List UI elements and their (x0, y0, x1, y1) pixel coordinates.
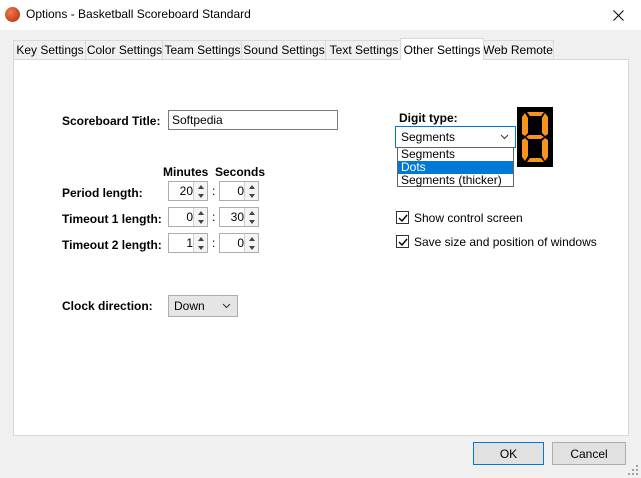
tab-color-settings[interactable]: Color Settings (85, 40, 164, 59)
tab-sound-settings[interactable]: Sound Settings (241, 40, 327, 59)
spin-down-button[interactable] (194, 243, 207, 252)
clock-direction-value: Down (174, 299, 205, 313)
close-button[interactable] (596, 0, 641, 30)
scoreboard-title-label: Scoreboard Title: (62, 114, 161, 128)
title-bar: Options - Basketball Scoreboard Standard (0, 0, 641, 30)
digit-preview (517, 107, 553, 167)
spin-down-button[interactable] (194, 217, 207, 226)
clock-direction-label: Clock direction: (62, 299, 153, 313)
period-seconds-value: 0 (237, 184, 244, 198)
minutes-header: Minutes (163, 165, 209, 179)
clock-direction-select[interactable]: Down (168, 295, 238, 317)
time-separator: : (212, 236, 216, 250)
spin-down-button[interactable] (194, 191, 207, 200)
scoreboard-title-input[interactable] (168, 110, 338, 130)
timeout2-minutes-value: 1 (186, 236, 193, 250)
arrow-up-icon (248, 184, 255, 189)
close-icon (613, 9, 624, 21)
chevron-down-icon (500, 134, 509, 140)
digit-type-select[interactable]: Segments (395, 126, 516, 148)
spin-down-button[interactable] (245, 217, 258, 226)
checkmark-icon (398, 214, 408, 223)
timeout1-minutes-stepper[interactable]: 0 (168, 207, 208, 227)
timeout1-seconds-stepper[interactable]: 30 (219, 207, 259, 227)
basketball-icon (5, 7, 20, 22)
window-title: Options - Basketball Scoreboard Standard (26, 7, 251, 21)
ok-button[interactable]: OK (473, 442, 544, 465)
other-settings-panel: Scoreboard Title: Minutes Seconds Period… (13, 59, 629, 436)
arrow-up-icon (248, 236, 255, 241)
checkmark-icon (398, 238, 408, 247)
time-separator: : (212, 184, 216, 198)
time-separator: : (212, 210, 216, 224)
save-size-checkbox[interactable] (396, 235, 409, 248)
arrow-down-icon (248, 193, 255, 198)
show-control-screen-checkbox[interactable] (396, 211, 409, 224)
timeout2-length-label: Timeout 2 length: (62, 238, 162, 252)
cancel-button[interactable]: Cancel (552, 442, 626, 465)
period-minutes-stepper[interactable]: 20 (168, 181, 208, 201)
arrow-down-icon (248, 219, 255, 224)
tab-key-settings[interactable]: Key Settings (13, 40, 87, 59)
period-seconds-stepper[interactable]: 0 (219, 181, 259, 201)
arrow-up-icon (197, 210, 204, 215)
period-minutes-value: 20 (179, 184, 193, 198)
dropdown-option-segments-thicker[interactable]: Segments (thicker) (398, 174, 513, 187)
digit-type-dropdown: Segments Dots Segments (thicker) (397, 147, 514, 187)
spin-down-button[interactable] (245, 191, 258, 200)
tab-web-remote[interactable]: Web Remote (482, 40, 554, 59)
arrow-up-icon (197, 184, 204, 189)
tab-text-settings[interactable]: Text Settings (325, 40, 403, 59)
arrow-up-icon (197, 236, 204, 241)
timeout1-seconds-value: 30 (230, 210, 244, 224)
timeout2-seconds-value: 0 (237, 236, 244, 250)
show-control-screen-label: Show control screen (414, 211, 523, 225)
timeout1-length-label: Timeout 1 length: (62, 212, 162, 226)
seven-segment-digit-icon (522, 112, 548, 162)
chevron-down-icon (222, 303, 231, 309)
save-size-label: Save size and position of windows (414, 235, 597, 249)
arrow-down-icon (248, 245, 255, 250)
arrow-down-icon (197, 193, 204, 198)
digit-type-value: Segments (401, 130, 456, 144)
arrow-down-icon (197, 245, 204, 250)
tab-other-settings[interactable]: Other Settings (400, 38, 484, 60)
spin-down-button[interactable] (245, 243, 258, 252)
seconds-header: Seconds (215, 165, 266, 179)
timeout2-minutes-stepper[interactable]: 1 (168, 233, 208, 253)
period-length-label: Period length: (62, 186, 143, 200)
arrow-up-icon (248, 210, 255, 215)
tab-team-settings[interactable]: Team Settings (162, 40, 243, 59)
timeout2-seconds-stepper[interactable]: 0 (219, 233, 259, 253)
arrow-down-icon (197, 219, 204, 224)
resize-grip-icon[interactable] (627, 464, 639, 476)
timeout1-minutes-value: 0 (186, 210, 193, 224)
digit-type-label: Digit type: (399, 111, 458, 125)
